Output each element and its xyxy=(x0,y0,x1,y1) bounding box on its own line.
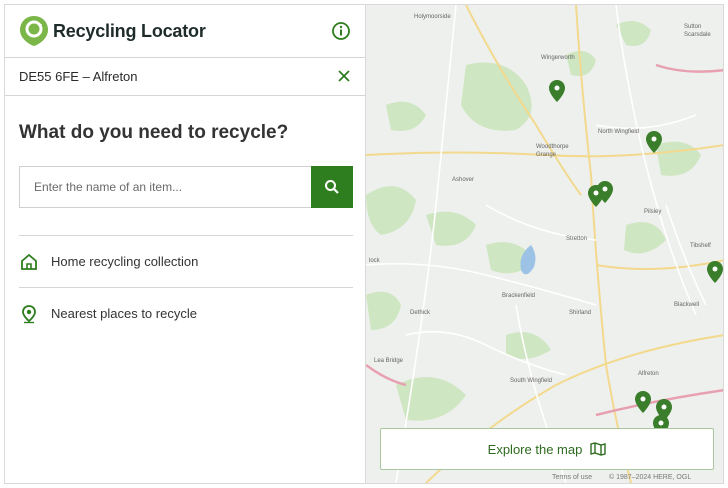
search-icon xyxy=(325,180,339,194)
place-label: Dethick xyxy=(410,310,431,316)
place-label: lock xyxy=(369,258,380,264)
place-label: Tibshelf xyxy=(690,243,711,249)
place-label: Holymoorside xyxy=(414,14,451,20)
place-label: Alfreton xyxy=(638,371,659,377)
app-title: Recycling Locator xyxy=(53,20,206,41)
place-label: Sutton Scarsdale xyxy=(684,24,711,38)
explore-map-label: Explore the map xyxy=(487,441,583,457)
search-input[interactable] xyxy=(19,166,311,208)
place-label: South Wingfield xyxy=(510,378,553,384)
place-label: Shirland xyxy=(569,310,592,316)
search-button[interactable] xyxy=(311,166,353,208)
search-form xyxy=(19,166,353,208)
map-background xyxy=(366,5,723,483)
recycle-logo-icon xyxy=(20,16,48,46)
place-label: North Wingfield xyxy=(598,129,640,135)
map-icon xyxy=(590,442,607,456)
place-label: Stretton xyxy=(566,236,588,242)
menu-item-label: Nearest places to recycle xyxy=(51,306,197,321)
explore-map-button[interactable]: Explore the map xyxy=(380,428,714,470)
menu-item-nearest-places[interactable]: Nearest places to recycle xyxy=(19,287,353,339)
location-pin-icon xyxy=(22,304,36,323)
page-title: What do you need to recycle? xyxy=(19,122,289,143)
place-label: Pilsley xyxy=(644,209,662,215)
menu: Home recycling collection Nearest places… xyxy=(19,235,353,339)
side-panel: Recycling Locator DE55 6FE – Alfreton Wh… xyxy=(5,5,366,483)
close-icon[interactable] xyxy=(337,69,351,83)
menu-item-label: Home recycling collection xyxy=(51,254,199,269)
location-label: DE55 6FE – Alfreton xyxy=(19,69,138,84)
home-icon xyxy=(21,253,37,270)
recycling-locator-widget: Recycling Locator DE55 6FE – Alfreton Wh… xyxy=(4,4,724,484)
place-label: Ashover xyxy=(452,177,475,183)
logo: Recycling Locator xyxy=(19,15,206,47)
header: Recycling Locator xyxy=(5,5,365,58)
terms-link[interactable]: Terms of use xyxy=(552,474,592,481)
location-bar: DE55 6FE – Alfreton xyxy=(5,58,365,96)
place-label: Blackwell xyxy=(674,302,700,308)
place-label: Woodthorpe Grange xyxy=(536,144,569,158)
map[interactable]: Holymoorside Sutton Scarsdale Wingerwort… xyxy=(366,5,723,483)
info-icon[interactable] xyxy=(331,21,351,41)
place-label: Wingerworth xyxy=(541,55,575,61)
place-label: Lea Bridge xyxy=(374,358,404,364)
place-label: Brackenfield xyxy=(502,293,536,299)
menu-item-home-recycling[interactable]: Home recycling collection xyxy=(19,235,353,287)
map-copyright: © 1987–2024 HERE, OGL xyxy=(609,474,692,481)
